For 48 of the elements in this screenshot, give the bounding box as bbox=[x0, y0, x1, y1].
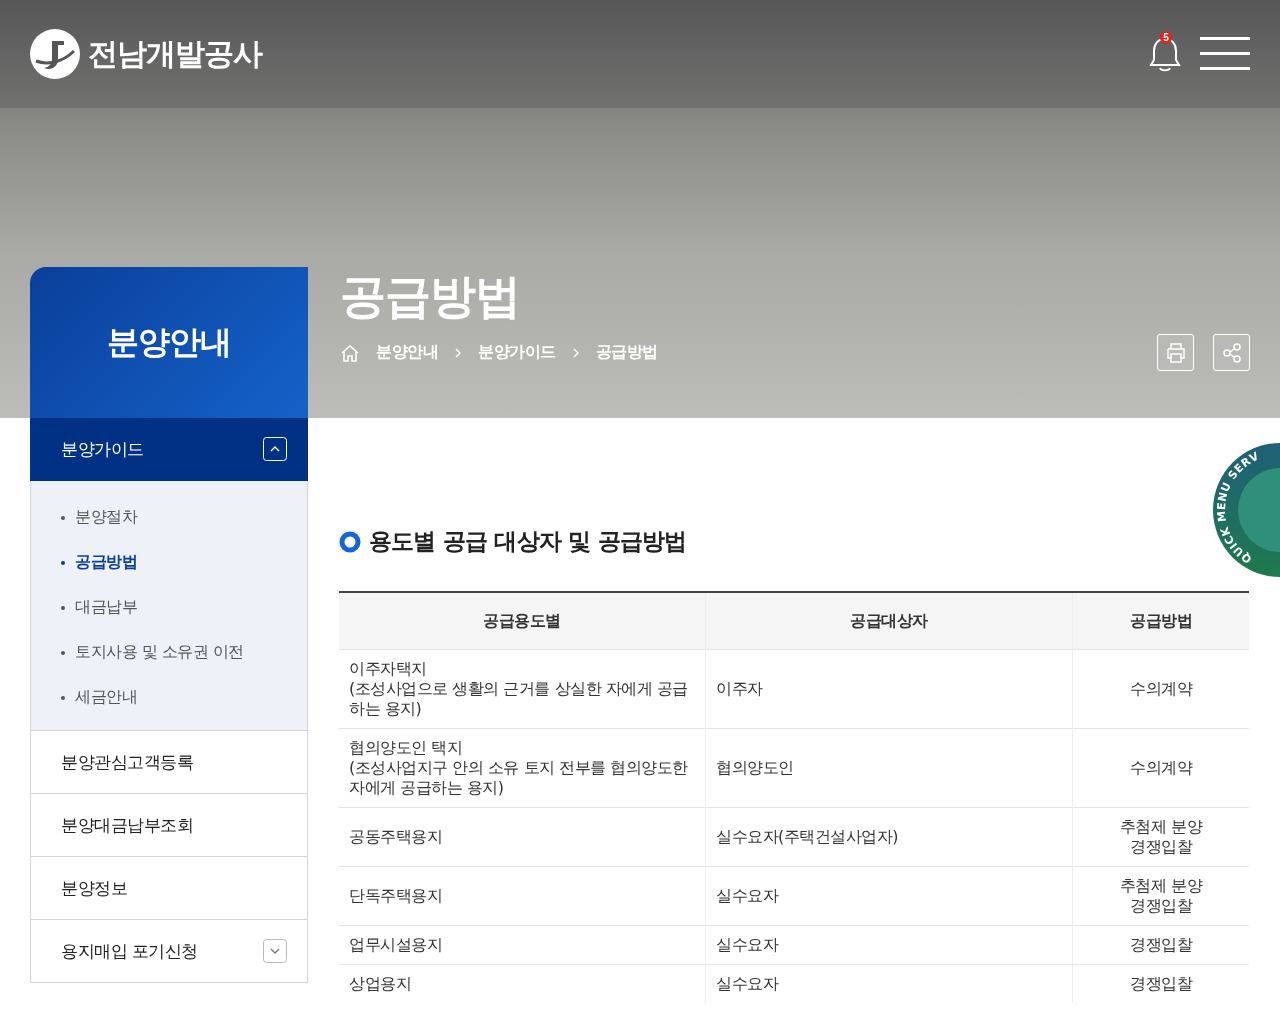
table-cell: 추첨제 분양 경쟁입찰 bbox=[1072, 807, 1249, 867]
logo-icon bbox=[30, 29, 80, 79]
logo-link[interactable]: 전남개발공사 bbox=[30, 29, 262, 79]
table-cell: 실수요자(주택건설사업자) bbox=[705, 807, 1073, 867]
home-icon[interactable] bbox=[340, 342, 360, 363]
share-button[interactable] bbox=[1213, 334, 1250, 371]
sidebar-menu-item[interactable]: 분양관심고객등록 bbox=[30, 731, 308, 794]
caret-down-icon[interactable] bbox=[263, 939, 287, 963]
table-cell: 단독주택용지 bbox=[339, 866, 706, 926]
printer-icon bbox=[1164, 341, 1187, 364]
sidebar-menu-item[interactable]: 분양정보 bbox=[30, 857, 308, 920]
submenu-item[interactable]: 대금납부 bbox=[61, 585, 277, 630]
column-header: 공급대상자 bbox=[705, 592, 1073, 650]
submenu-item[interactable]: 공급방법 bbox=[61, 540, 277, 585]
sidebar-title: 분양안내 bbox=[107, 321, 231, 363]
sidebar-menu-item[interactable]: 분양대금납부조회 bbox=[30, 794, 308, 857]
table-cell: 이주자택지 (조성사업으로 생활의 근거를 상실한 자에게 공급하는 용지) bbox=[339, 649, 706, 729]
table-cell: 경쟁입찰 bbox=[1072, 964, 1249, 1003]
table-cell: 협의양도인 bbox=[705, 728, 1073, 808]
caret-up-icon[interactable] bbox=[263, 437, 287, 461]
table-cell: 업무시설용지 bbox=[339, 925, 706, 965]
table-cell: 수의계약 bbox=[1072, 649, 1249, 729]
submenu-item[interactable]: 분양절차 bbox=[61, 495, 277, 540]
column-header: 공급용도별 bbox=[339, 592, 706, 650]
menu-icon[interactable] bbox=[1200, 36, 1250, 72]
table-cell: 추첨제 분양 경쟁입찰 bbox=[1072, 866, 1249, 926]
section-title: 용도별 공급 대상자 및 공급방법 bbox=[369, 527, 687, 556]
table-cell: 실수요자 bbox=[705, 964, 1073, 1003]
page-title: 공급방법 bbox=[340, 268, 521, 324]
share-icon bbox=[1220, 341, 1243, 364]
print-button[interactable] bbox=[1157, 334, 1194, 371]
table-cell: 상업용지 bbox=[339, 964, 706, 1003]
table-cell: 경쟁입찰 bbox=[1072, 925, 1249, 965]
column-header: 공급방법 bbox=[1072, 592, 1249, 650]
table-cell: 이주자 bbox=[705, 649, 1073, 729]
table-cell: 실수요자 bbox=[705, 925, 1073, 965]
submenu-item[interactable]: 토지사용 및 소유권 이전 bbox=[61, 630, 277, 675]
table-cell: 협의양도인 택지 (조성사업지구 안의 소유 토지 전부를 협의양도한 자에게 공급하는 용지) bbox=[339, 728, 706, 808]
ring-icon bbox=[339, 530, 361, 553]
notification-badge: 5 bbox=[1160, 31, 1172, 44]
sidebar-menu-item[interactable]: 용지매입 포기신청 bbox=[30, 920, 308, 983]
table-cell: 수의계약 bbox=[1072, 728, 1249, 808]
table-cell: 실수요자 bbox=[705, 866, 1073, 926]
sidebar-menu-item[interactable]: 분양가이드 bbox=[30, 418, 308, 481]
chevron-right-icon bbox=[571, 347, 580, 358]
submenu-item[interactable]: 세금안내 bbox=[61, 675, 277, 720]
table-cell: 공동주택용지 bbox=[339, 807, 706, 867]
chevron-right-icon bbox=[454, 347, 462, 358]
